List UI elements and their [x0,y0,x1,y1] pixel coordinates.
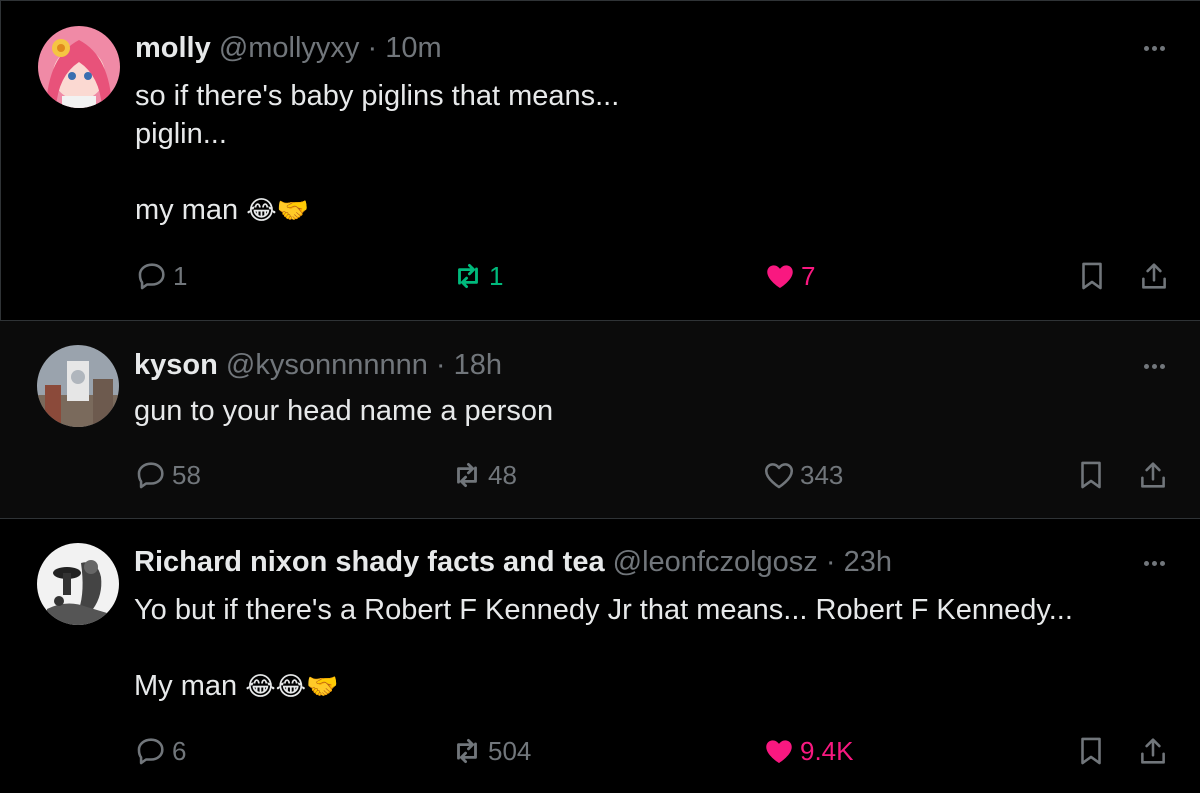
reply-count: 1 [173,260,188,291]
repost-button[interactable]: 1 [451,256,503,296]
tweet[interactable]: kyson @kysonnnnnnn · 18h gun to your hea… [0,321,1200,519]
tweet-text: Yo but if there's a Robert F Kennedy Jr … [134,591,1073,706]
separator: · [435,349,446,381]
emoji: 😂🤝 [246,196,309,226]
author-handle[interactable]: @kysonnnnnnn [226,349,428,381]
author-handle[interactable]: @mollyyxy [219,32,360,64]
bookmark-button[interactable] [1074,731,1108,771]
separator: · [367,32,378,64]
like-count: 343 [800,459,844,490]
repost-count: 48 [488,459,517,490]
share-button[interactable] [1137,256,1171,296]
heart-filled-icon [766,740,792,764]
action-bar: 6 504 9.4K [0,731,1200,771]
tweet-text: gun to your head name a person [134,392,553,430]
share-button[interactable] [1136,731,1170,771]
separator: · [825,546,836,578]
reply-icon [137,738,164,765]
bookmark-icon [1082,262,1102,290]
action-bar: 1 1 7 [1,256,1200,296]
author-name[interactable]: Richard nixon shady facts and tea [134,546,605,578]
avatar[interactable] [38,26,120,108]
share-button[interactable] [1136,455,1170,495]
like-button[interactable]: 343 [762,455,843,495]
repost-icon [457,462,477,488]
timestamp[interactable]: 10m [385,32,441,64]
tweet[interactable]: Richard nixon shady facts and tea @leonf… [0,519,1200,793]
more-options-icon[interactable] [1144,46,1166,52]
repost-button[interactable]: 48 [450,455,517,495]
bookmark-button[interactable] [1075,256,1109,296]
reply-count: 6 [172,735,187,766]
like-count: 9.4K [800,735,854,766]
tweet-header: kyson @kysonnnnnnn · 18h [134,348,502,382]
emoji: 😂😂🤝 [245,672,339,702]
more-options-icon[interactable] [1144,561,1166,567]
more-options-icon[interactable] [1144,364,1166,370]
action-bar: 58 48 343 [0,455,1200,495]
share-icon [1142,263,1166,289]
repost-button[interactable]: 504 [450,731,531,771]
engraving-avatar-icon [37,543,119,625]
repost-icon [458,263,478,289]
tweet-header: Richard nixon shady facts and tea @leonf… [134,545,892,579]
tweet-text-content: gun to your head name a person [134,395,554,427]
tweet-text-content: so if there's baby piglins that means...… [135,80,620,226]
anime-avatar-icon [38,26,120,108]
tweet[interactable]: molly @mollyyxy · 10m so if there's baby… [0,0,1200,321]
bookmark-icon [1081,737,1101,765]
share-icon [1141,462,1165,488]
timestamp[interactable]: 23h [844,546,892,578]
repost-icon [457,738,477,764]
repost-count: 1 [489,260,504,291]
author-handle[interactable]: @leonfczolgosz [613,546,818,578]
tweet-text: so if there's baby piglins that means...… [135,77,619,230]
timeline-feed: molly @mollyyxy · 10m so if there's baby… [0,0,1200,793]
like-count: 7 [801,260,816,291]
like-button[interactable]: 7 [763,256,815,296]
heart-filled-icon [767,265,793,289]
reply-icon [138,263,165,290]
heart-icon [764,463,794,489]
avatar[interactable] [37,543,119,625]
timestamp[interactable]: 18h [454,349,502,381]
repost-count: 504 [488,735,532,766]
reply-button[interactable]: 58 [134,455,201,495]
author-name[interactable]: molly [135,32,211,64]
author-name[interactable]: kyson [134,349,218,381]
reply-count: 58 [172,459,201,490]
share-icon [1141,738,1165,764]
bookmark-button[interactable] [1074,455,1108,495]
reply-icon [137,462,164,489]
reply-button[interactable]: 6 [134,731,186,771]
avatar[interactable] [37,345,119,427]
building-photo-avatar-icon [37,345,119,427]
tweet-header: molly @mollyyxy · 10m [135,31,442,65]
like-button[interactable]: 9.4K [762,731,854,771]
bookmark-icon [1081,461,1101,489]
reply-button[interactable]: 1 [135,256,187,296]
